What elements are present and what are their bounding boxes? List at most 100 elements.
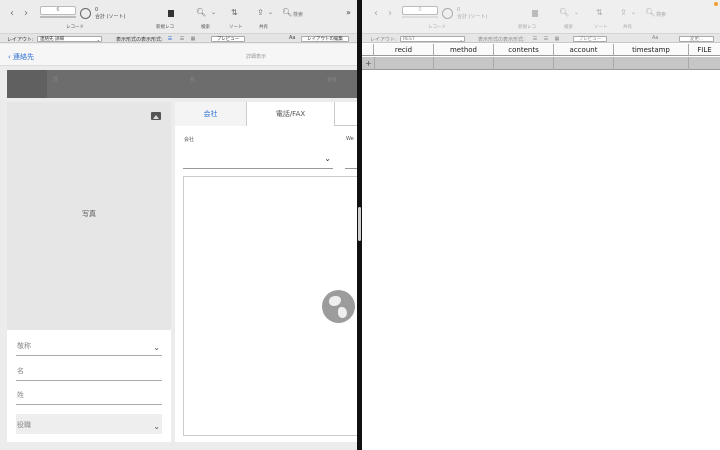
cell-file[interactable] bbox=[689, 57, 720, 70]
tab-company[interactable]: 会社 bbox=[175, 102, 247, 126]
detail-panel: 会社 電話/FAX 会社 We ⌄ bbox=[175, 102, 357, 442]
quick-find-icon: 🔍︎ bbox=[282, 8, 293, 17]
total-label: 合計 (ソート) bbox=[95, 14, 126, 20]
find-icon[interactable]: 🔍︎ bbox=[196, 8, 206, 17]
cell-recid[interactable] bbox=[374, 57, 434, 70]
table-view-icon[interactable]: ▦ bbox=[190, 36, 196, 42]
website-label: We bbox=[346, 136, 354, 142]
column-header-contents[interactable]: contents bbox=[494, 44, 554, 56]
next-record-icon[interactable]: › bbox=[24, 8, 28, 19]
record-number-input[interactable]: 0 bbox=[402, 6, 438, 15]
last-name-field[interactable]: 姓 bbox=[16, 387, 162, 405]
left-layout-bar: レイアウト: 連絡先 詳細 ⌄ 表示形式の表示形式: ☰ ☰ ▦ プレビュー Aa… bbox=[0, 33, 357, 43]
name-band: 姓 名 会社 bbox=[7, 70, 357, 98]
cell-method[interactable] bbox=[434, 57, 494, 70]
new-record-label: 新規レコ bbox=[156, 25, 174, 30]
record-slider[interactable] bbox=[402, 16, 438, 18]
list-view-icon[interactable]: ☰ bbox=[543, 36, 549, 42]
back-link-label: 連絡先 bbox=[13, 53, 35, 61]
first-name-label: 名 bbox=[17, 367, 24, 375]
preview-button[interactable]: プレビュー bbox=[211, 36, 245, 42]
column-header-timestamp[interactable]: timestamp bbox=[614, 44, 689, 56]
role-field-label: 役職 bbox=[17, 421, 31, 429]
preview-button[interactable]: プレビュー bbox=[573, 36, 607, 42]
form-view-icon[interactable]: ☰ bbox=[532, 36, 538, 42]
layout-label: レイアウト: bbox=[7, 37, 34, 43]
layout-select-value: REST bbox=[403, 37, 415, 42]
sort-icon[interactable]: ⇅ bbox=[231, 8, 238, 17]
name-fields: 敬称 ⌄ 名 姓 役職 ⌄ bbox=[7, 330, 171, 442]
layout-select[interactable]: 連絡先 詳細 ⌄ bbox=[37, 36, 102, 42]
cell-account[interactable] bbox=[554, 57, 614, 70]
previous-record-icon[interactable]: ‹ bbox=[10, 8, 14, 19]
record-header: ‹ 連絡先 詳細表示 bbox=[0, 44, 357, 66]
column-header-file[interactable]: FILE bbox=[689, 44, 720, 56]
edit-layout-button[interactable]: レイアウトの編集 bbox=[301, 36, 349, 42]
header-spacer bbox=[362, 44, 374, 56]
new-record-icon[interactable] bbox=[532, 10, 538, 17]
share-label: 共有 bbox=[623, 25, 632, 30]
list-view-icon[interactable]: ☰ bbox=[179, 36, 185, 42]
view-as-label: 表示形式の表示形式: bbox=[478, 37, 525, 43]
text-format-icon[interactable]: Aa bbox=[289, 35, 295, 41]
tab-phone-fax[interactable]: 電話/FAX bbox=[247, 102, 335, 126]
chevron-down-icon: ⌄ bbox=[459, 37, 463, 42]
cell-contents[interactable] bbox=[494, 57, 554, 70]
total-label: 合計 (ソート) bbox=[457, 14, 488, 20]
divider-handle[interactable] bbox=[358, 207, 361, 241]
back-link[interactable]: ‹ 連絡先 bbox=[8, 52, 34, 62]
share-icon[interactable]: ⇪ bbox=[257, 8, 264, 17]
quick-find-input[interactable]: 検索 bbox=[293, 11, 303, 18]
photo-container[interactable]: 写真 bbox=[7, 102, 171, 330]
cell-timestamp[interactable] bbox=[614, 57, 689, 70]
find-menu-icon[interactable]: ⌄ bbox=[211, 8, 216, 17]
right-toolbar: ‹ › 0 0 合計 (ソート) レコード 新規レコ 🔍︎ ⌄ 検索 ⇅ ソート… bbox=[362, 0, 720, 33]
layout-select-value: 連絡先 詳細 bbox=[40, 37, 64, 42]
company-label: 会社 bbox=[184, 137, 195, 143]
company-content-box[interactable] bbox=[183, 176, 357, 436]
first-name-field[interactable]: 名 bbox=[16, 363, 162, 381]
role-field[interactable]: 役職 ⌄ bbox=[16, 414, 162, 434]
table-view-icon[interactable]: ▦ bbox=[554, 36, 560, 42]
new-record-icon[interactable] bbox=[168, 10, 174, 17]
title-field[interactable]: 敬称 ⌄ bbox=[16, 338, 162, 356]
name-band-left bbox=[7, 70, 47, 98]
column-header-recid[interactable]: recid bbox=[374, 44, 434, 56]
band-label-b: 名 bbox=[190, 77, 196, 83]
share-menu-icon[interactable]: ⌄ bbox=[268, 8, 273, 17]
find-icon[interactable]: 🔍︎ bbox=[559, 8, 569, 17]
record-slider[interactable] bbox=[40, 16, 76, 18]
last-name-label: 姓 bbox=[17, 391, 24, 399]
photo-label: 写真 bbox=[82, 210, 96, 218]
edit-layout-button[interactable]: 変更... bbox=[679, 36, 714, 42]
chevron-down-icon: ⌄ bbox=[96, 37, 100, 42]
previous-record-icon[interactable]: ‹ bbox=[374, 8, 378, 19]
left-window: ‹ › 6 0 合計 (ソート) レコード 新規レコ 🔍︎ ⌄ 検索 ⇅ ソート… bbox=[0, 0, 357, 450]
column-header-method[interactable]: method bbox=[434, 44, 494, 56]
more-icon[interactable]: » bbox=[346, 8, 351, 17]
company-dropdown[interactable]: ⌄ bbox=[183, 149, 333, 169]
next-record-icon[interactable]: › bbox=[388, 8, 392, 19]
page-title: 詳細表示 bbox=[246, 54, 267, 60]
layout-select[interactable]: REST ⌄ bbox=[400, 36, 465, 42]
sort-icon[interactable]: ⇅ bbox=[596, 8, 603, 17]
find-menu-icon[interactable]: ⌄ bbox=[574, 8, 579, 17]
record-label: レコード bbox=[66, 25, 84, 30]
quick-find-input[interactable]: 検索 bbox=[656, 11, 666, 18]
record-pie-icon bbox=[442, 8, 453, 19]
form-view-icon[interactable]: ☰ bbox=[167, 36, 173, 42]
table-row[interactable]: + bbox=[362, 57, 720, 70]
image-icon[interactable] bbox=[151, 112, 161, 120]
share-menu-icon[interactable]: ⌄ bbox=[631, 8, 636, 17]
add-row-icon[interactable]: + bbox=[365, 57, 372, 70]
record-number-input[interactable]: 6 bbox=[40, 6, 76, 15]
text-format-icon[interactable]: Aa bbox=[652, 35, 658, 41]
share-icon[interactable]: ⇪ bbox=[620, 8, 627, 17]
website-field[interactable] bbox=[345, 149, 357, 169]
column-header-account[interactable]: account bbox=[554, 44, 614, 56]
globe-icon[interactable] bbox=[322, 290, 355, 323]
sort-label: ソート bbox=[594, 25, 608, 30]
sort-label: ソート bbox=[229, 25, 243, 30]
chevron-down-icon: ⌄ bbox=[153, 422, 160, 431]
right-layout-bar: レイアウト: REST ⌄ 表示形式の表示形式: ☰ ☰ ▦ プレビュー Aa 変… bbox=[362, 33, 720, 43]
